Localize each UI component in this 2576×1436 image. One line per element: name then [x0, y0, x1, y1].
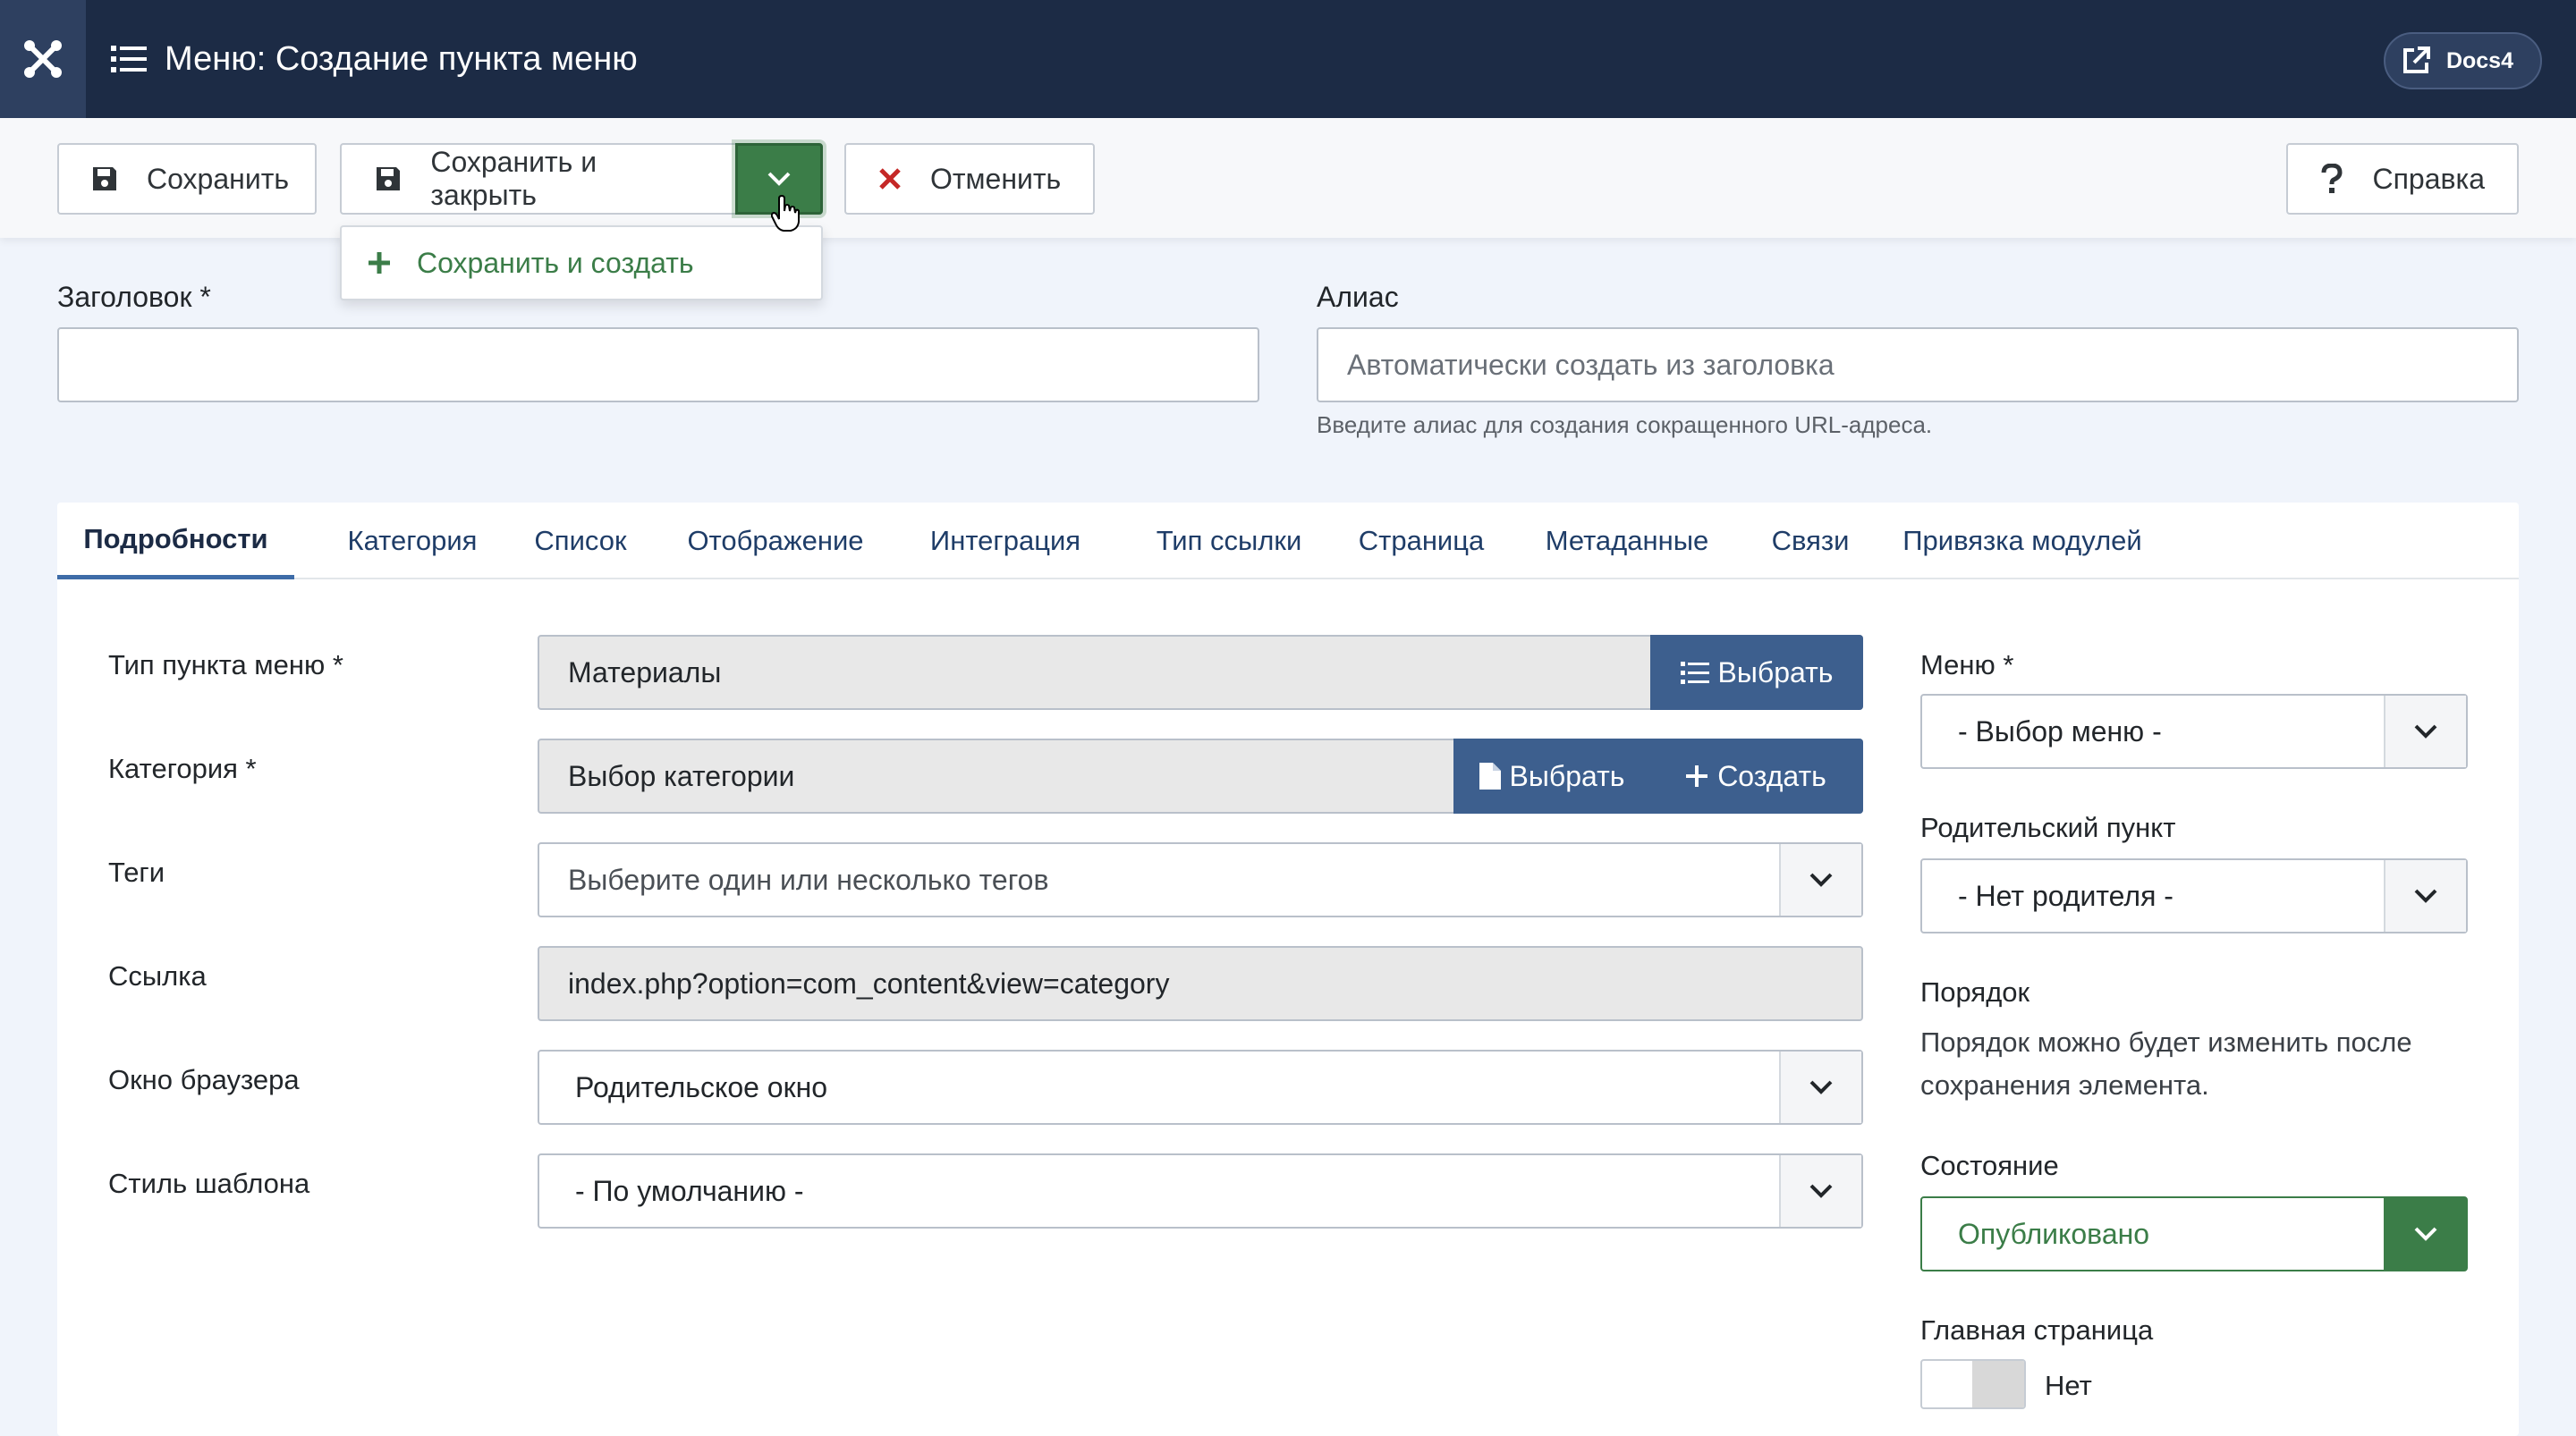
parent-item-value: - Нет родителя - [1958, 879, 2174, 912]
toggle-knob [1972, 1361, 2024, 1407]
help-button-label: Справка [2372, 162, 2485, 195]
plus-icon [1686, 765, 1708, 787]
external-link-icon [2402, 46, 2430, 73]
plus-icon [369, 252, 390, 274]
parent-item-label: Родительский пункт [1920, 812, 2176, 843]
toolbar: Сохранить Сохранить и закрыть Отменить С… [0, 118, 2576, 238]
cancel-button-label: Отменить [930, 162, 1062, 195]
tab-associations[interactable]: Связи [1747, 503, 1874, 579]
menu-item-type-value: Материалы [568, 655, 722, 688]
chevron-down-icon [2414, 724, 2437, 739]
tab-page[interactable]: Страница [1336, 503, 1506, 579]
menu-caret [2384, 696, 2466, 767]
save-button-label: Сохранить [147, 162, 290, 195]
save-close-label: Сохранить и закрыть [430, 146, 597, 211]
question-icon [2320, 164, 2343, 193]
status-value: Опубликовано [1958, 1217, 2150, 1250]
save-and-new-menu-item[interactable]: Сохранить и создать [340, 225, 823, 300]
menu-item-type-field: Материалы Выбрать [538, 635, 1863, 710]
tab-list[interactable]: Список [513, 503, 648, 579]
joomla-logo-icon [24, 40, 62, 78]
home-page-label: Главная страница [1920, 1314, 2154, 1346]
chevron-down-icon [1809, 873, 1833, 887]
help-button[interactable]: Справка [2286, 143, 2519, 215]
save-and-new-label: Сохранить и создать [417, 246, 694, 279]
site-link-button[interactable]: Docs4 [2383, 32, 2542, 89]
chevron-down-icon [1809, 1184, 1833, 1198]
menu-item-type-label: Тип пункта меню * [108, 649, 343, 680]
browser-window-value: Родительское окно [575, 1070, 828, 1103]
tags-select[interactable]: Выберите один или несколько тегов [538, 842, 1863, 917]
link-label: Ссылка [108, 960, 207, 992]
menu-value: - Выбор меню - [1958, 714, 2162, 748]
template-style-select[interactable]: - По умолчанию - [538, 1153, 1863, 1229]
category-select-button[interactable]: Выбрать [1453, 739, 1650, 814]
tab-display[interactable]: Отображение [668, 503, 883, 579]
tab-details[interactable]: Подробности [57, 503, 294, 579]
list-icon [111, 46, 147, 72]
save-icon [374, 165, 402, 193]
file-icon [1479, 763, 1501, 790]
home-page-value: Нет [2045, 1370, 2092, 1401]
save-icon [91, 165, 118, 193]
alias-hint: Введите алиас для создания сокращенного … [1317, 411, 1933, 438]
tab-bar: Подробности Категория Список Отображение… [57, 503, 2519, 579]
ordering-text: Порядок можно будет изменить после сохра… [1920, 1026, 2412, 1101]
template-style-value: - По умолчанию - [575, 1174, 804, 1207]
link-field: index.php?option=com_content&view=catego… [538, 946, 1863, 1021]
close-icon [878, 165, 902, 193]
joomla-logo[interactable] [0, 0, 86, 118]
link-value: index.php?option=com_content&view=catego… [568, 967, 1170, 1000]
page-title: Меню: Создание пункта меню [111, 0, 638, 118]
tags-label: Теги [108, 857, 165, 888]
hand-cursor-icon [771, 195, 800, 232]
tags-caret [1779, 844, 1861, 916]
tab-module-assignment[interactable]: Привязка модулей [1887, 503, 2157, 579]
chevron-down-icon [2414, 889, 2437, 903]
cancel-button[interactable]: Отменить [844, 143, 1095, 215]
chevron-down-icon [767, 172, 791, 186]
page-title-text: Меню: Создание пункта меню [165, 39, 638, 78]
status-caret [2384, 1198, 2466, 1270]
menu-select[interactable]: - Выбор меню - [1920, 694, 2468, 769]
browser-window-select[interactable]: Родительское окно [538, 1050, 1863, 1125]
select-button-label: Выбрать [1717, 655, 1834, 688]
template-style-label: Стиль шаблона [108, 1168, 310, 1199]
top-header: Меню: Создание пункта меню Docs4 [0, 0, 2576, 118]
tab-category[interactable]: Категория [323, 503, 502, 579]
list-icon [1680, 662, 1709, 684]
parent-item-caret [2384, 860, 2466, 932]
save-button[interactable]: Сохранить [57, 143, 317, 215]
site-link-label: Docs4 [2445, 47, 2513, 73]
category-value: Выбор категории [568, 759, 795, 792]
status-label: Состояние [1920, 1150, 2059, 1181]
chevron-down-icon [2414, 1227, 2437, 1241]
status-select[interactable]: Опубликовано [1920, 1196, 2468, 1271]
category-create-button[interactable]: Создать [1648, 739, 1863, 814]
browser-window-caret [1779, 1052, 1861, 1123]
category-label: Категория * [108, 753, 257, 784]
category-field: Выбор категории Выбрать Создать [538, 739, 1863, 814]
category-create-label: Создать [1717, 759, 1826, 792]
title-label: Заголовок * [57, 281, 211, 313]
menu-label: Меню * [1920, 649, 2014, 680]
tags-placeholder: Выберите один или несколько тегов [568, 863, 1049, 896]
home-page-toggle[interactable] [1920, 1359, 2026, 1409]
tab-metadata[interactable]: Метаданные [1518, 503, 1736, 579]
parent-item-select[interactable]: - Нет родителя - [1920, 858, 2468, 933]
tab-link-type[interactable]: Тип ссылки [1122, 503, 1336, 579]
alias-label: Алиас [1317, 281, 1399, 313]
category-select-label: Выбрать [1509, 759, 1625, 792]
browser-window-label: Окно браузера [108, 1064, 300, 1095]
chevron-down-icon [1809, 1080, 1833, 1094]
template-style-caret [1779, 1155, 1861, 1227]
title-input[interactable] [57, 327, 1259, 402]
tab-integration[interactable]: Интеграция [902, 503, 1109, 579]
ordering-label: Порядок [1920, 976, 2030, 1008]
alias-input[interactable]: Автоматически создать из заголовка [1317, 327, 2519, 402]
save-close-button[interactable]: Сохранить и закрыть [340, 143, 737, 215]
menu-item-type-select-button[interactable]: Выбрать [1650, 635, 1863, 710]
